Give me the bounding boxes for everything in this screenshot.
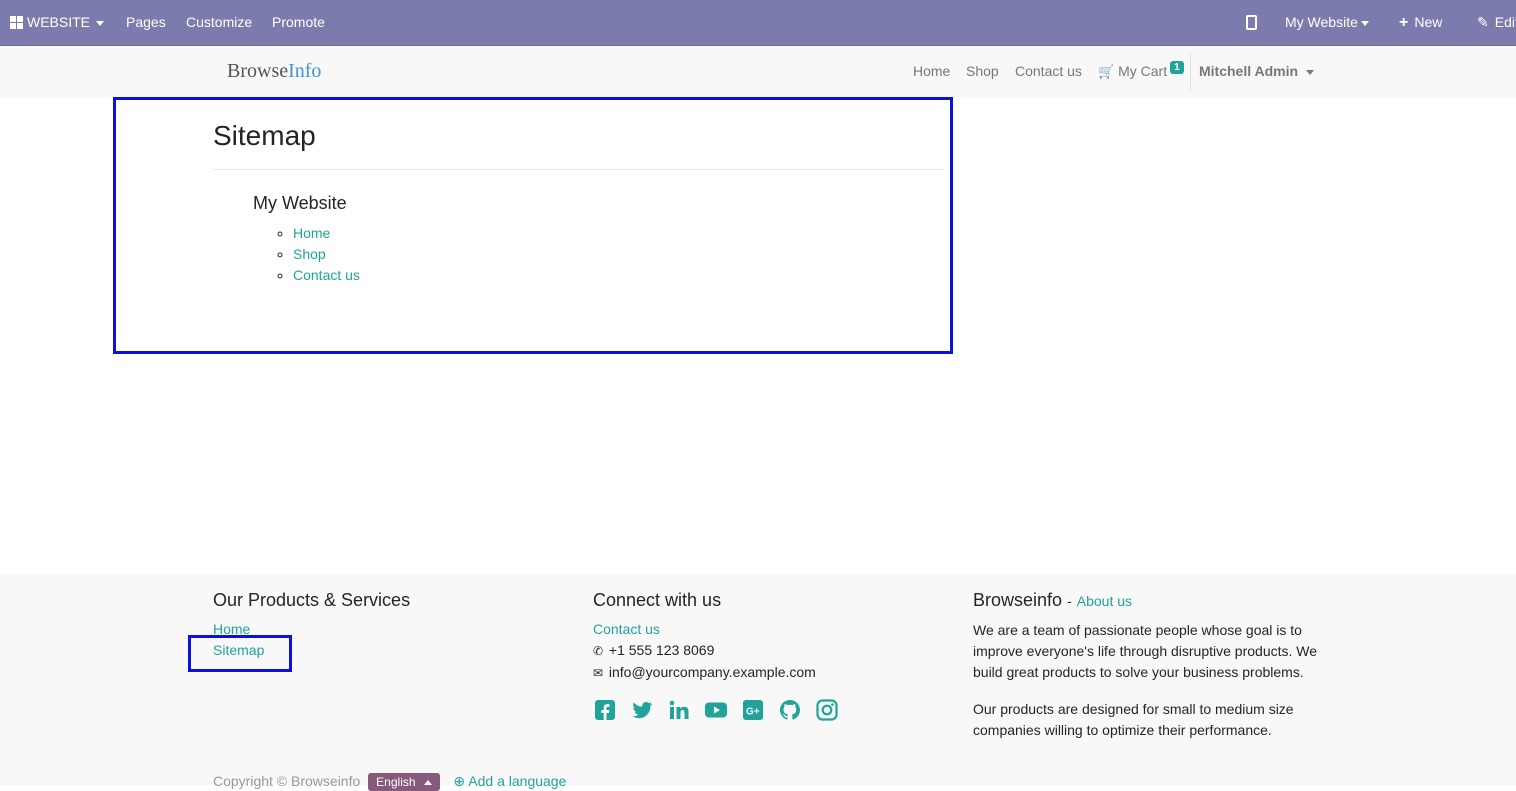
phone-number: +1 555 123 8069 [608,642,715,658]
cart-count-badge: 1 [1170,61,1184,74]
website-app-menu[interactable]: WEBSITE [10,0,105,45]
plus-circle-icon: ⊕ [453,773,466,789]
language-label: English [376,775,416,789]
new-button[interactable]: + New [1399,0,1442,45]
linkedin-icon[interactable] [667,698,691,722]
promote-menu[interactable]: Promote [272,0,325,45]
footer-about-column: Browseinfo - About us We are a team of p… [973,590,1323,757]
about-paragraph-2: Our products are designed for small to m… [973,701,1294,738]
svg-text:G+: G+ [746,707,760,718]
mobile-phone-icon [1246,14,1257,30]
site-header: BrowseInfo Home Shop Contact us 🛒 My Car… [0,46,1516,98]
logo-text-browse: Browse [227,60,289,82]
edit-label: Edit [1494,14,1516,30]
nav-my-cart[interactable]: 🛒 My Cart 1 [1098,61,1184,80]
highlight-box-footer-sitemap [188,635,292,672]
twitter-icon[interactable] [630,698,654,722]
footer-contact-link[interactable]: Contact us [593,621,660,637]
company-name: Browseinfo [973,590,1063,610]
about-paragraph-1: We are a team of passionate people whose… [973,622,1318,680]
add-language-link[interactable]: ⊕ Add a language [453,773,566,789]
plus-icon: + [1399,14,1409,31]
cart-icon: 🛒 [1098,64,1115,79]
website-switcher[interactable]: My Website [1285,0,1369,45]
pencil-icon: ✎ [1477,14,1489,30]
phone-icon: ✆ [593,644,604,658]
footer-connect-title: Connect with us [593,590,722,610]
copyright-text: Copyright © Browseinfo [213,773,361,789]
pages-menu[interactable]: Pages [126,0,166,45]
copyright-bar: Copyright © Browseinfo English ⊕ Add a l… [213,773,566,791]
email-address: info@yourcompany.example.com [608,664,816,680]
footer-email: ✉ info@yourcompany.example.com [593,662,953,684]
apps-grid-icon [10,15,23,29]
nav-contact-us[interactable]: Contact us [1015,63,1082,79]
site-logo[interactable]: BrowseInfo [227,60,321,83]
nav-home[interactable]: Home [913,63,950,79]
cart-label: My Cart [1118,63,1168,79]
chevron-down-icon [1360,20,1369,26]
chevron-down-icon [1306,69,1315,75]
youtube-icon[interactable] [704,698,728,722]
language-selector[interactable]: English [368,773,440,791]
google-plus-icon[interactable]: G+ [741,698,765,722]
title-separator: - [1067,593,1072,609]
facebook-icon[interactable] [593,698,617,722]
footer-about-title: Browseinfo - About us [973,590,1323,612]
mobile-preview-button[interactable] [1246,0,1257,45]
website-switcher-label: My Website [1285,14,1358,30]
instagram-icon[interactable] [815,698,839,722]
nav-divider [1190,54,1191,90]
chevron-down-icon [96,20,105,26]
footer-products-title: Our Products & Services [213,590,411,610]
customize-menu[interactable]: Customize [186,0,252,45]
site-footer: Our Products & Services Home Sitemap Con… [0,574,1516,791]
user-menu[interactable]: Mitchell Admin [1199,63,1315,79]
add-language-label: Add a language [468,773,567,789]
highlight-box-sitemap [113,97,953,354]
new-label: New [1414,14,1443,30]
social-links: G+ [593,698,953,722]
envelope-icon: ✉ [593,666,604,680]
admin-bar: WEBSITE Pages Customize Promote My Websi… [0,0,1516,46]
user-name: Mitchell Admin [1199,63,1299,79]
github-icon[interactable] [778,698,802,722]
footer-connect-column: Connect with us Contact us ✆ +1 555 123 … [593,590,953,722]
footer-phone: ✆ +1 555 123 8069 [593,640,953,662]
edit-button[interactable]: ✎ Edit [1477,0,1516,45]
about-us-link[interactable]: About us [1077,593,1132,609]
logo-text-info: Info [288,60,322,82]
nav-shop[interactable]: Shop [966,63,999,79]
website-app-label: WEBSITE [27,14,91,30]
